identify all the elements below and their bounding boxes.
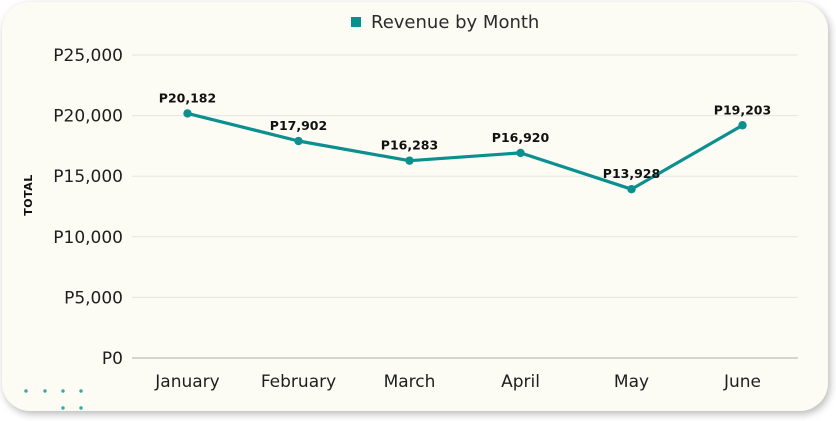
y-tick-label: P15,000 [53, 167, 123, 187]
y-tick-label: P5,000 [64, 288, 123, 308]
legend-label: Revenue by Month [371, 12, 539, 33]
decorative-dot [61, 406, 65, 410]
data-label: P19,203 [714, 102, 771, 117]
data-point [183, 109, 192, 118]
data-label: P16,920 [492, 130, 550, 145]
revenue-line-chart: P0 P5,000 P10,000 P15,000 P20,000 P25,000 Janu… [22, 12, 798, 410]
x-tick-label: June [723, 372, 761, 392]
data-label: P16,283 [381, 138, 438, 153]
decorative-dot [24, 389, 28, 393]
y-tick-label: P25,000 [53, 46, 123, 66]
y-axis-label: TOTAL [22, 174, 35, 216]
decorative-dot [79, 389, 83, 393]
legend-swatch [351, 17, 361, 27]
x-tick-label: February [261, 372, 336, 392]
data-point [516, 148, 525, 158]
data-point [738, 121, 747, 130]
x-tick-label: April [501, 372, 540, 392]
data-point [405, 156, 414, 165]
data-point [627, 184, 636, 194]
x-tick-label: March [384, 372, 436, 392]
decorative-dot [79, 406, 83, 410]
decorative-dot [61, 389, 65, 393]
chart-card: P0 P5,000 P10,000 P15,000 P20,000 P25,000 Janu… [2, 2, 828, 411]
data-point [294, 136, 303, 146]
x-tick-label: January [154, 372, 219, 392]
data-label: P20,182 [159, 90, 216, 105]
y-tick-label: P10,000 [53, 228, 123, 248]
decorative-dot [43, 389, 47, 393]
x-tick-label: May [614, 372, 649, 392]
data-label: P13,928 [603, 166, 660, 181]
y-tick-label: P20,000 [53, 107, 123, 127]
data-label: P17,902 [270, 118, 327, 133]
y-tick-label: P0 [102, 349, 123, 369]
